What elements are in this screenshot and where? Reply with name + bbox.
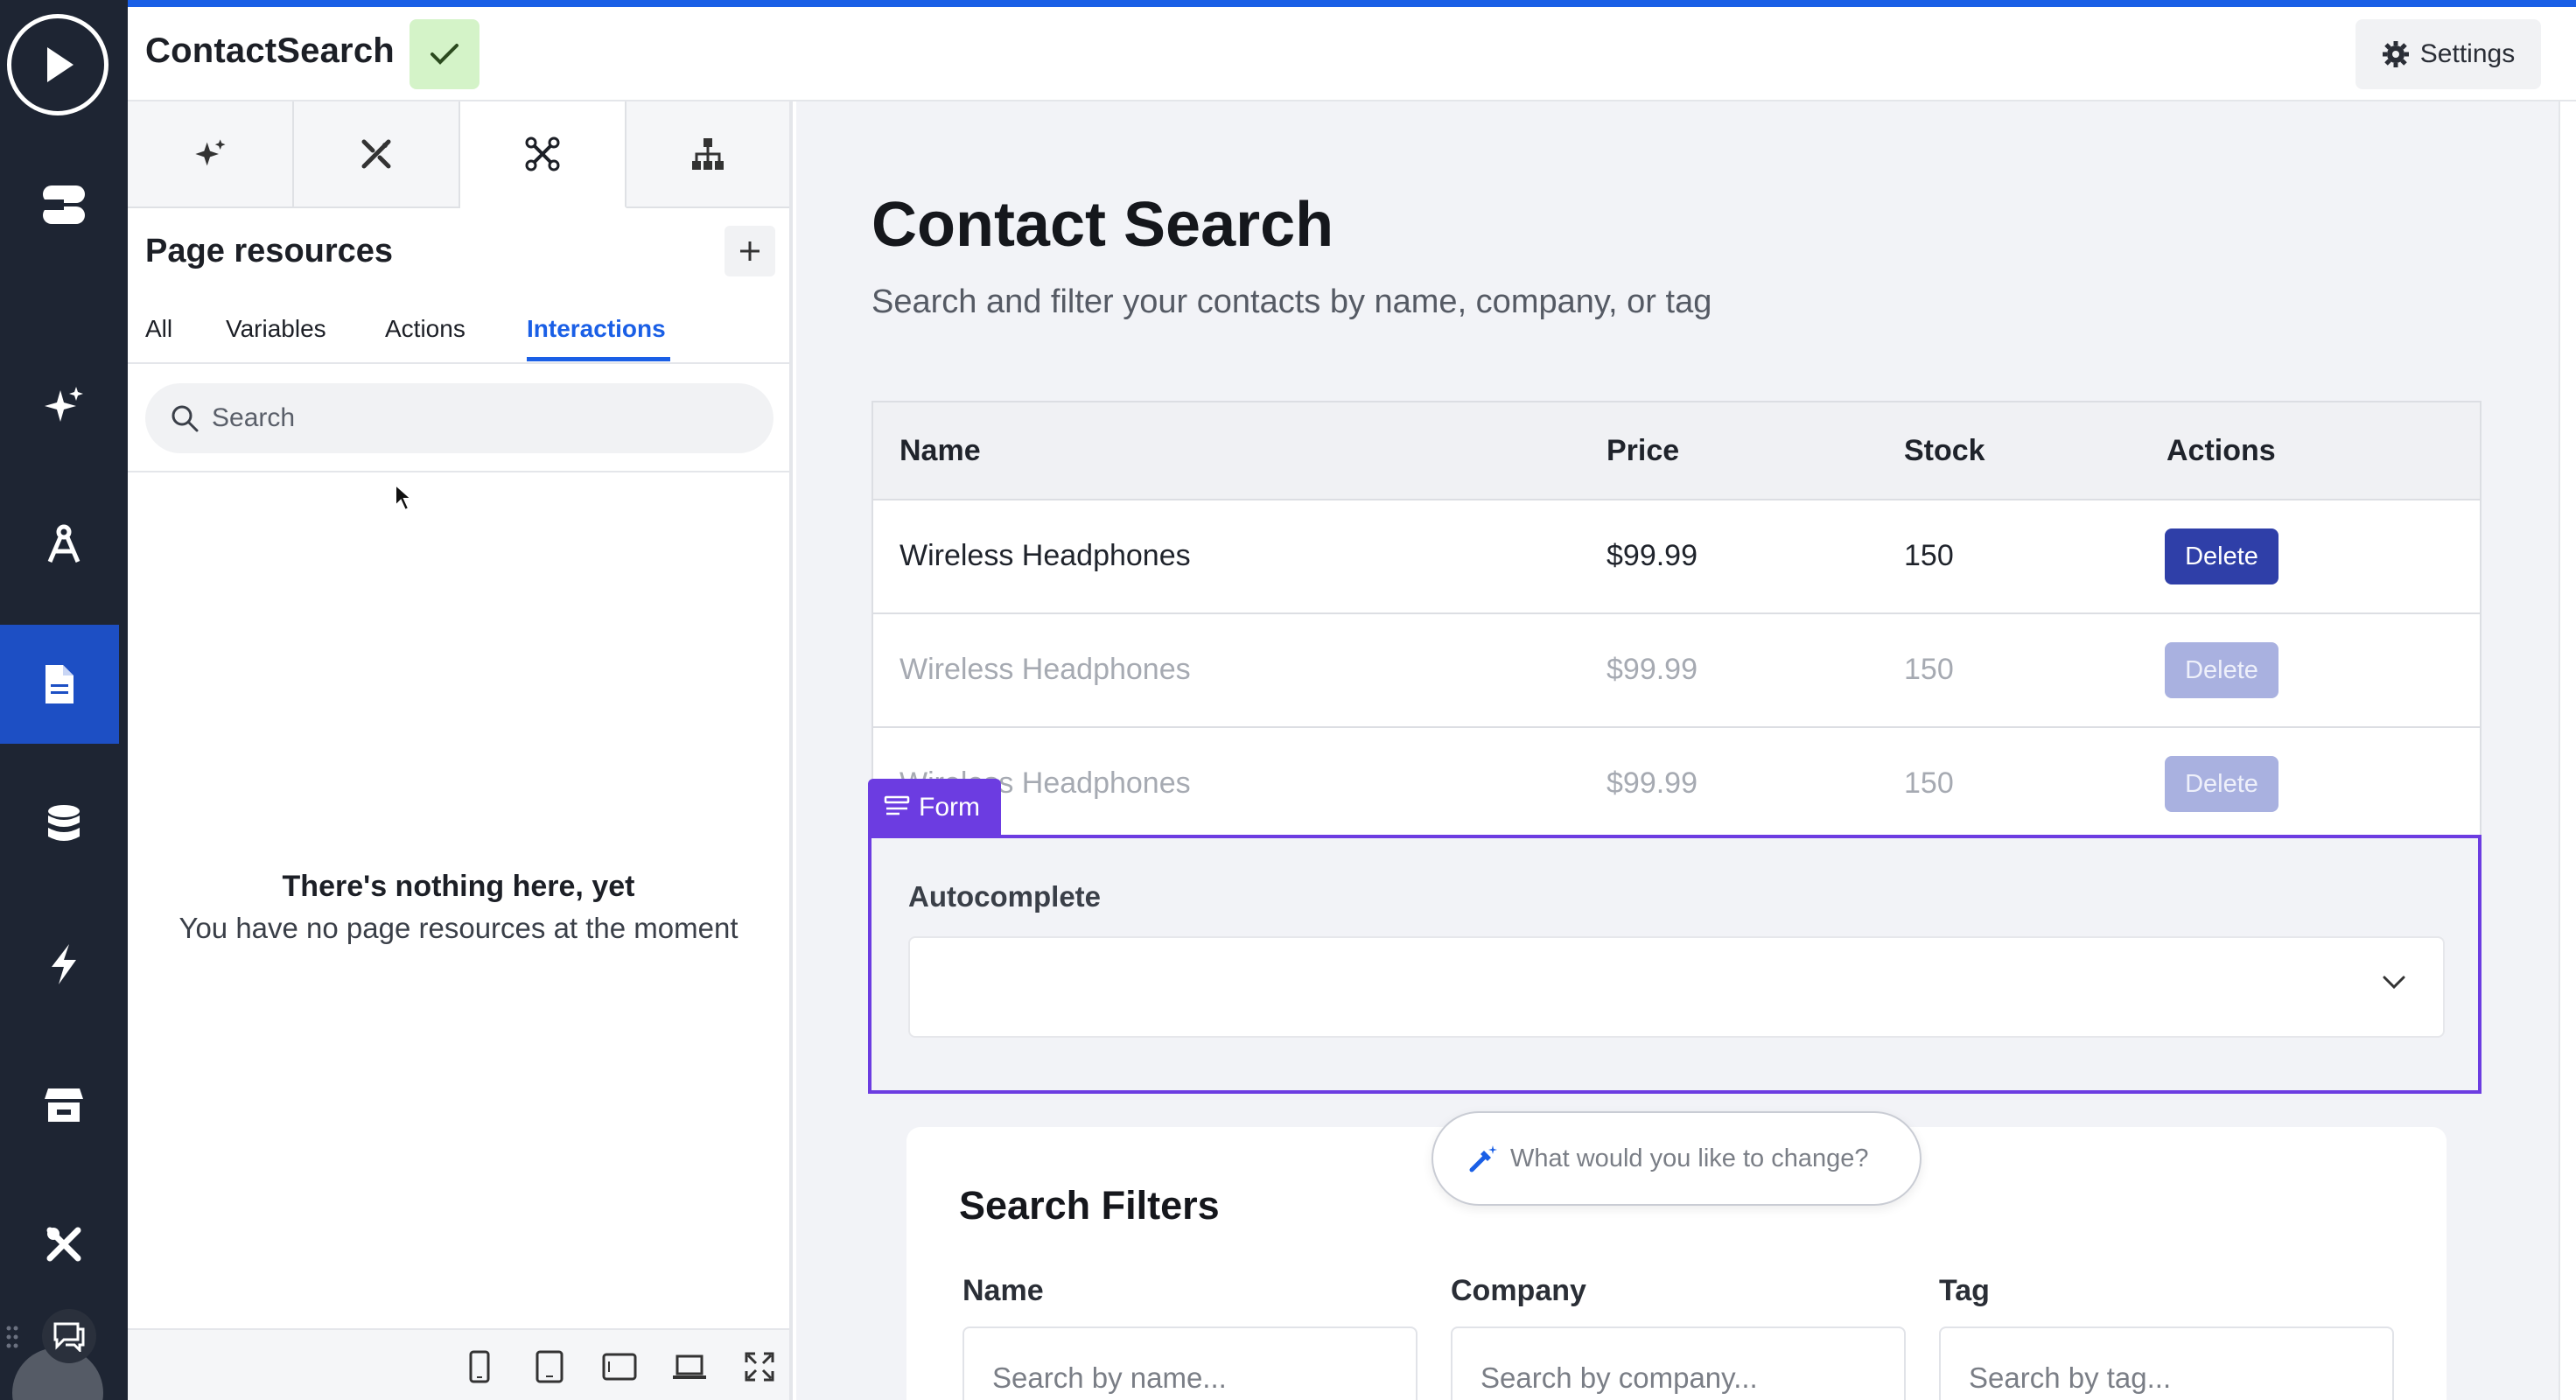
settings-label: Settings [2419,39,2516,68]
search-icon [170,403,200,433]
autocomplete-label: Autocomplete [908,880,1102,913]
cell-name: Wireless Headphones [900,539,1191,572]
scrollbar[interactable] [2558,102,2576,1400]
cell-stock: 150 [1904,766,1954,800]
form-tag-label: Form [919,793,980,822]
ai-change-prompt-input[interactable]: What would you like to change? [1432,1111,1922,1206]
cell-name: Wireless Headphones [900,653,1191,686]
table-header: Name Price Stock Actions [873,402,2480,500]
filter-tab-interactions[interactable]: Interactions [527,315,666,343]
delete-button[interactable]: Delete [2165,642,2278,698]
tab-magic-tools[interactable] [294,102,460,208]
column-header-actions: Actions [2166,434,2276,467]
sparkle-icon[interactable] [0,346,128,466]
device-preview-bar [128,1328,789,1400]
left-nav-rail [0,0,128,1400]
cell-stock: 150 [1904,653,1954,686]
page-canvas: Contact Search Search and filter your co… [796,102,2558,1400]
column-header-price: Price [1606,434,1680,467]
filter-label-tag: Tag [1939,1274,1990,1307]
table-row: Wireless Headphones $99.99 150 Delete [873,500,2480,614]
page-title: Contact Search [872,190,1334,260]
table-row: Wireless Headphones $99.99 150 Delete [873,728,2480,842]
company-filter-input[interactable]: Search by company... [1451,1326,1906,1400]
filters-title: Search Filters [959,1183,1220,1228]
form-component-selected[interactable]: Autocomplete [868,835,2482,1094]
cell-stock: 150 [1904,539,1954,572]
empty-state-title: There's nothing here, yet [282,870,635,903]
name-filter-input[interactable]: Search by name... [962,1326,1418,1400]
delete-button[interactable]: Delete [2165,756,2278,812]
top-accent-bar [0,0,2576,7]
app-header: ContactSearch Settings [128,7,2576,102]
column-header-name: Name [900,434,981,467]
form-component-tag[interactable]: Form [868,779,1001,836]
filter-label-name: Name [962,1274,1044,1307]
gear-icon [2382,40,2410,68]
add-resource-button[interactable] [724,226,775,276]
drag-handle-icon[interactable] [5,1325,19,1353]
interactions-icon [525,136,560,172]
column-header-stock: Stock [1904,434,1985,467]
store-icon[interactable] [0,1045,128,1164]
cell-price: $99.99 [1606,766,1698,800]
empty-state-subtitle: You have no page resources at the moment [178,912,738,944]
cell-price: $99.99 [1606,539,1698,572]
form-icon [884,794,910,821]
magic-pen-icon [1468,1144,1498,1173]
play-icon[interactable] [7,14,108,116]
filter-tab-all[interactable]: All [145,315,172,343]
tablet-landscape-icon[interactable] [602,1349,637,1384]
fullscreen-icon[interactable] [742,1349,777,1384]
tab-interactions[interactable] [460,102,626,208]
magic-tools-icon [359,136,394,172]
tab-ai[interactable] [128,102,294,208]
divider [128,471,789,472]
search-input[interactable]: Search [145,383,774,453]
autocomplete-select[interactable] [908,936,2445,1038]
sparkle-icon [192,136,228,172]
ai-prompt-placeholder: What would you like to change? [1510,1144,1869,1172]
filter-label-company: Company [1451,1274,1586,1307]
chevron-down-icon [2382,975,2406,990]
filter-tab-actions[interactable]: Actions [385,315,466,343]
storage-icon[interactable] [0,145,128,264]
tablet-icon[interactable] [532,1349,567,1384]
tag-filter-input[interactable]: Search by tag... [1939,1326,2394,1400]
page-resources-panel: Page resources All Variables Actions Int… [128,102,793,1400]
app-title: ContactSearch [145,32,395,70]
database-icon[interactable] [0,765,128,884]
active-tab-indicator [527,357,670,361]
table-row: Wireless Headphones $99.99 150 Delete [873,614,2480,728]
panel-title: Page resources [145,233,394,270]
page-icon[interactable] [0,625,119,744]
delete-button[interactable]: Delete [2165,528,2278,584]
compass-icon[interactable] [0,485,128,604]
page-subtitle: Search and filter your contacts by name,… [872,284,1712,320]
cell-price: $99.99 [1606,653,1698,686]
mouse-cursor-icon [394,483,415,513]
filter-tab-variables[interactable]: Variables [226,315,326,343]
tab-sitemap[interactable] [626,102,789,208]
search-placeholder: Search [212,403,296,432]
tools-icon[interactable] [0,1185,128,1304]
bolt-icon[interactable] [0,905,128,1024]
chat-icon[interactable] [42,1309,96,1363]
settings-button[interactable]: Settings [2356,19,2541,89]
plus-icon [738,240,761,262]
sitemap-icon [690,136,725,172]
status-check-icon [410,19,480,89]
divider [128,362,789,364]
phone-icon[interactable] [462,1349,497,1384]
laptop-icon[interactable] [672,1349,707,1384]
